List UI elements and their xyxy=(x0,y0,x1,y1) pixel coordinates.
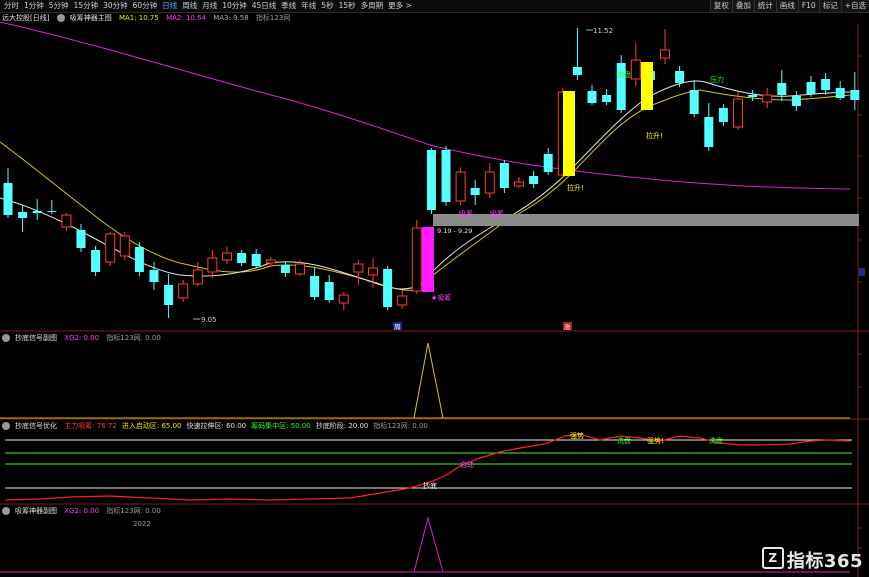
candle-body xyxy=(149,270,159,282)
candle-body xyxy=(76,230,86,248)
candle-body xyxy=(587,91,597,103)
candle-body xyxy=(850,90,860,100)
watermark-text: 指标365 xyxy=(786,551,863,572)
candle-body xyxy=(630,59,641,80)
candle-body xyxy=(762,94,773,103)
candle-body xyxy=(529,176,539,184)
candle-body xyxy=(105,233,116,263)
date-marker-2-label: 涨 xyxy=(564,322,571,331)
small-tag-2: 吸筹 xyxy=(490,209,504,218)
axis-ticks xyxy=(858,55,862,549)
candle-body xyxy=(47,211,57,212)
candle-body xyxy=(338,294,349,304)
year-label: 2022 xyxy=(133,520,151,528)
candle-body xyxy=(353,263,364,273)
p3-tag-1: 强势 xyxy=(570,431,584,440)
p3-tag-2: 洗盘 xyxy=(617,436,631,445)
candle-body xyxy=(426,150,436,210)
pressure-tag: 压力 xyxy=(710,75,724,84)
candle-body xyxy=(192,269,203,285)
high-price-label: 11.52 xyxy=(593,27,613,35)
candle-body xyxy=(806,82,816,94)
candle-body xyxy=(3,183,13,215)
small-tag-1: 吸筹 xyxy=(459,209,473,218)
candle-body xyxy=(295,263,305,275)
candle-body xyxy=(704,117,714,147)
candle-body xyxy=(368,267,378,276)
candle-body xyxy=(383,269,393,307)
candle-body xyxy=(324,282,334,300)
candle-body xyxy=(572,67,582,75)
candle-body xyxy=(675,71,685,83)
panel2-signal-spike xyxy=(413,342,444,419)
candle-body xyxy=(164,285,174,305)
candle-body xyxy=(791,96,801,106)
date-marker-1-label: 周 xyxy=(394,323,401,331)
buy-tag: ★吸筹 xyxy=(431,293,451,302)
low-price-label: 9.05 xyxy=(201,316,217,324)
p3-tag-3: 强势! xyxy=(647,436,664,445)
buy-signal-bar xyxy=(422,227,434,292)
panel3-strength-line xyxy=(4,433,851,501)
candle-body xyxy=(397,295,408,306)
candle-body xyxy=(207,257,218,273)
candle-body xyxy=(18,212,28,218)
p3-tag-bottom: 抄底 xyxy=(423,481,437,490)
candle-body xyxy=(119,235,130,257)
candle-body xyxy=(835,88,845,98)
candle-body xyxy=(543,154,553,172)
candle-body xyxy=(61,214,72,228)
wash-tag: 洗盘 xyxy=(617,70,631,79)
candle-body xyxy=(689,90,699,114)
candle-body xyxy=(441,150,451,202)
candle-body xyxy=(748,95,758,97)
band-label: 9.19 - 9.29 xyxy=(437,227,472,235)
candle-body xyxy=(265,259,276,264)
candle-body xyxy=(178,283,189,299)
kline-chart[interactable]: 9.05 11.52 9.19 - 9.29 ★吸筹 吸筹 吸筹 拉升! 拉升!… xyxy=(0,0,869,577)
rise-signal-bar-2 xyxy=(641,62,653,110)
candle-body xyxy=(237,253,247,263)
p3-tag-breakout: 启动 xyxy=(460,460,474,469)
candle-body xyxy=(660,49,670,59)
ma3-line xyxy=(0,21,851,190)
candle-body xyxy=(251,254,261,266)
watermark-logo-icon: Z xyxy=(761,547,784,569)
candle-body xyxy=(32,211,42,213)
candle-body xyxy=(777,83,787,95)
candle-body xyxy=(134,247,144,272)
candle-body xyxy=(310,276,320,297)
rise-tag-2: 拉升! xyxy=(646,131,663,140)
candle-body xyxy=(470,188,480,195)
candle-body xyxy=(499,163,509,188)
candle-body xyxy=(280,265,290,273)
rise-tag-1: 拉升! xyxy=(567,183,584,192)
candle-body xyxy=(91,250,101,272)
candle-body xyxy=(411,227,422,292)
p3-tag-4: 洗盘 xyxy=(709,436,723,445)
candle-body xyxy=(484,171,495,194)
candle-body xyxy=(821,79,831,90)
candle-body xyxy=(514,181,524,187)
candle-body xyxy=(733,98,743,128)
candle-body xyxy=(718,108,728,122)
axis-marker xyxy=(859,268,865,276)
candle-body xyxy=(602,95,612,102)
watermark: Z 指标365 xyxy=(761,547,863,573)
candle-body xyxy=(455,171,466,202)
candle-body xyxy=(222,252,232,261)
rise-signal-bar-1 xyxy=(563,91,575,176)
panel4-signal-spike xyxy=(413,516,444,573)
